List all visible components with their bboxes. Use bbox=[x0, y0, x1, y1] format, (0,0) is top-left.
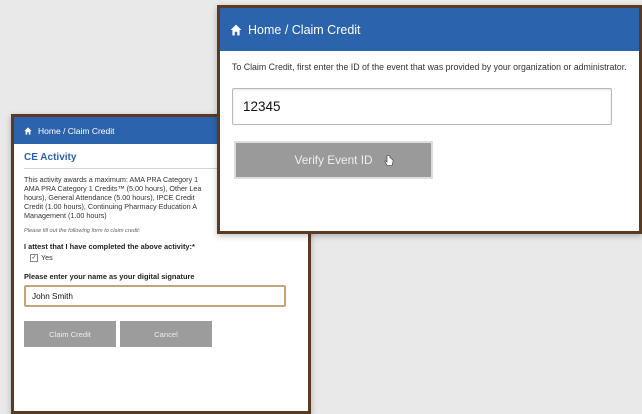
event-id-input[interactable] bbox=[232, 88, 612, 125]
yes-label: Yes bbox=[41, 253, 53, 262]
verify-button-label: Verify Event ID bbox=[294, 153, 373, 167]
verify-event-id-button[interactable]: Verify Event ID bbox=[234, 141, 433, 179]
checkbox-icon[interactable]: ✓ bbox=[30, 253, 38, 262]
header-bar: Home / Claim Credit bbox=[220, 8, 639, 51]
cancel-button[interactable]: Cancel bbox=[120, 321, 212, 347]
claim-credit-window: Home / Claim Credit To Claim Credit, fir… bbox=[217, 5, 642, 234]
button-row: Claim Credit Cancel bbox=[24, 321, 298, 347]
home-icon[interactable] bbox=[230, 24, 242, 36]
attest-label: I attest that I have completed the above… bbox=[24, 242, 195, 251]
pointer-cursor-icon bbox=[384, 155, 394, 170]
claim-credit-button[interactable]: Claim Credit bbox=[24, 321, 116, 347]
attest-option[interactable]: ✓ Yes bbox=[24, 253, 298, 262]
signature-label: Please enter your name as your digital s… bbox=[24, 272, 195, 281]
breadcrumb[interactable]: Home / Claim Credit bbox=[38, 126, 115, 136]
home-icon[interactable] bbox=[24, 126, 32, 135]
intro-text: To Claim Credit, first enter the ID of t… bbox=[232, 62, 627, 72]
breadcrumb[interactable]: Home / Claim Credit bbox=[248, 23, 361, 37]
signature-input[interactable] bbox=[24, 285, 286, 307]
